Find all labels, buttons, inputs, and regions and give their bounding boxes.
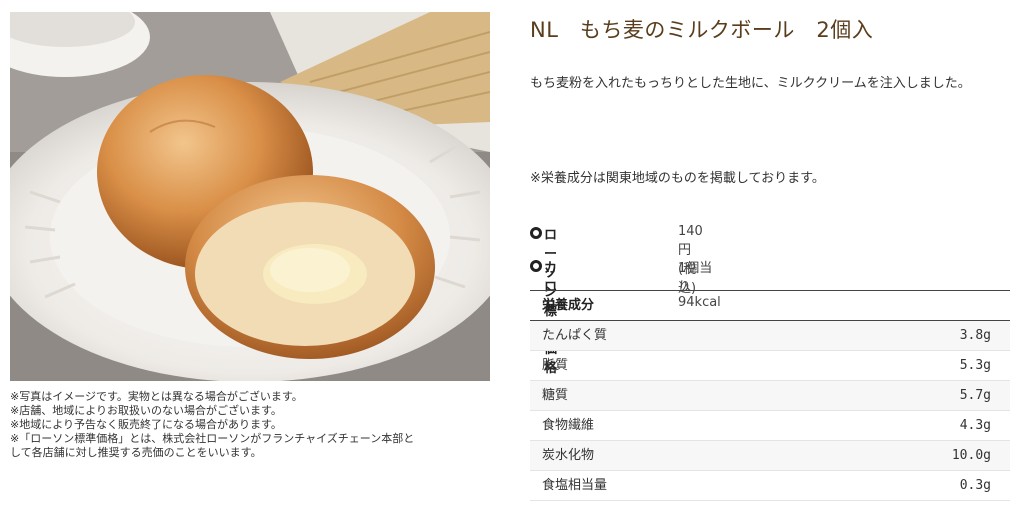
- nutrient-name: 糖質: [542, 388, 569, 403]
- nutrient-value: 10.0g: [951, 448, 991, 463]
- note-line: して各店舗に対し推奨する売価のことをいいます。: [10, 446, 262, 459]
- image-notes: ※写真はイメージです。実物とは異なる場合がございます。 ※店舗、地域によりお取扱…: [10, 390, 490, 460]
- note-line: ※地域により予告なく販売終了になる場合があります。: [10, 418, 282, 431]
- nutrient-value: 4.3g: [959, 418, 991, 433]
- table-row: 食塩相当量 0.3g: [530, 471, 1010, 501]
- table-row: 炭水化物 10.0g: [530, 441, 1010, 471]
- product-title: NL もち麦のミルクボール 2個入: [530, 18, 874, 42]
- nutrient-name: 炭水化物: [542, 448, 595, 463]
- table-row: 食物繊維 4.3g: [530, 411, 1010, 441]
- nutrient-value: 5.7g: [959, 388, 991, 403]
- product-photo: [10, 12, 490, 381]
- note-line: ※「ローソン標準価格」とは、株式会社ローソンがフランチャイズチェーン本部と: [10, 432, 415, 445]
- circle-bullet-icon: [530, 260, 542, 272]
- nutrient-name: 食物繊維: [542, 418, 595, 433]
- note-line: ※写真はイメージです。実物とは異なる場合がございます。: [10, 390, 303, 403]
- table-row: たんぱく質 3.8g: [530, 321, 1010, 351]
- note-line: ※店舗、地域によりお取扱いのない場合がございます。: [10, 404, 282, 417]
- nutrient-value: 5.3g: [959, 358, 991, 373]
- nutrient-name: 脂質: [542, 358, 569, 373]
- nutrition-table: 栄養成分 たんぱく質 3.8g 脂質 5.3g 糖質 5.7g 食物繊維 4.3…: [530, 290, 1010, 501]
- circle-bullet-icon: [530, 227, 542, 239]
- nutrient-name: 食塩相当量: [542, 478, 608, 493]
- table-row: 糖質 5.7g: [530, 381, 1010, 411]
- product-description: もち麦粉を入れたもっちりとした生地に、ミルククリームを注入しました。: [530, 76, 971, 91]
- nutrition-table-header: 栄養成分: [530, 290, 1010, 321]
- nutrition-note: ※栄養成分は関東地域のものを掲載しております。: [530, 171, 825, 186]
- nutrient-value: 0.3g: [959, 478, 991, 493]
- nutrient-value: 3.8g: [959, 328, 991, 343]
- nutrient-name: たんぱく質: [542, 328, 608, 343]
- table-row: 脂質 5.3g: [530, 351, 1010, 381]
